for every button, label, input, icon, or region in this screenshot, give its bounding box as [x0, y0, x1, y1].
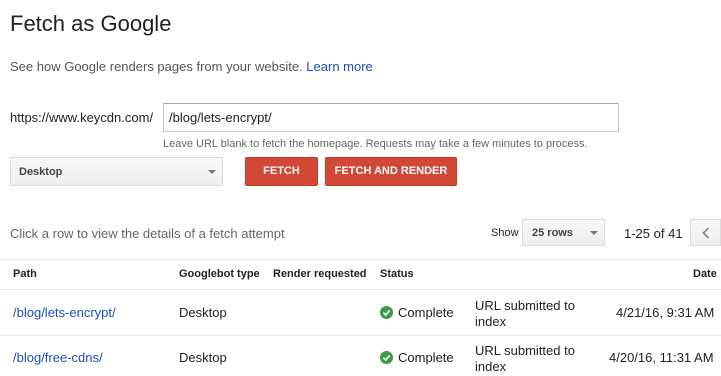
- row-status-label: Complete: [398, 305, 454, 320]
- fetch-button[interactable]: FETCH: [245, 157, 318, 186]
- row-index-status: URL submitted to index: [475, 298, 575, 329]
- column-header-render-requested: Render requested: [273, 268, 367, 280]
- row-path-link[interactable]: /blog/free-cdns/: [13, 350, 103, 365]
- chevron-down-icon: [590, 231, 598, 235]
- url-input[interactable]: [163, 103, 619, 132]
- row-date: 4/21/16, 9:31 AM: [616, 305, 715, 320]
- table-hint: Click a row to view the details of a fet…: [10, 226, 285, 241]
- url-prefix: https://www.keycdn.com/: [10, 110, 154, 125]
- page-subtitle: See how Google renders pages from your w…: [10, 59, 373, 74]
- previous-page-button[interactable]: [690, 219, 721, 246]
- chevron-down-icon: [208, 170, 216, 174]
- fetch-and-render-button[interactable]: FETCH AND RENDER: [325, 157, 457, 186]
- chevron-left-icon: [702, 227, 710, 239]
- row-googlebot-type: Desktop: [179, 305, 227, 320]
- check-circle-icon: [380, 306, 393, 319]
- row-divider: [0, 335, 721, 336]
- table-top-divider: [0, 259, 721, 260]
- pagination-range: 1-25 of 41: [624, 226, 683, 241]
- rows-per-page-select[interactable]: 25 rows: [522, 219, 605, 246]
- row-status-label: Complete: [398, 350, 454, 365]
- column-header-date: Date: [693, 268, 717, 280]
- device-select-value: Desktop: [19, 166, 63, 178]
- row-date: 4/20/16, 11:31 AM: [609, 350, 714, 365]
- learn-more-link[interactable]: Learn more: [306, 59, 372, 74]
- row-status: Complete: [380, 350, 454, 365]
- device-select[interactable]: Desktop: [10, 157, 223, 186]
- row-googlebot-type: Desktop: [179, 350, 227, 365]
- column-header-path: Path: [13, 268, 37, 280]
- header-divider: [0, 289, 721, 290]
- page-title: Fetch as Google: [10, 11, 172, 36]
- check-circle-icon: [380, 351, 393, 364]
- row-path-link[interactable]: /blog/lets-encrypt/: [13, 305, 116, 320]
- column-header-googlebot-type: Googlebot type: [179, 268, 260, 280]
- column-header-status: Status: [380, 268, 414, 280]
- show-label: Show: [491, 227, 519, 239]
- url-hint: Leave URL blank to fetch the homepage. R…: [163, 138, 588, 150]
- rows-per-page-value: 25 rows: [532, 227, 573, 239]
- row-index-status: URL submitted to index: [475, 343, 575, 374]
- subtitle-text: See how Google renders pages from your w…: [10, 59, 303, 74]
- row-status: Complete: [380, 305, 454, 320]
